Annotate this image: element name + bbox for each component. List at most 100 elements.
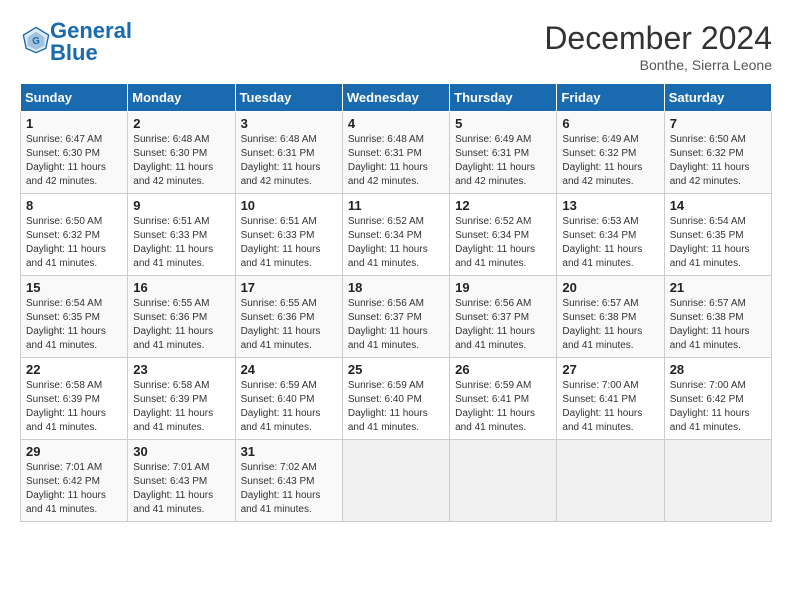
day-info: Sunrise: 7:00 AM Sunset: 6:42 PM Dayligh… bbox=[670, 379, 766, 435]
calendar-cell: 29 Sunrise: 7:01 AM Sunset: 6:42 PM Dayli… bbox=[21, 440, 128, 522]
day-number: 8 bbox=[26, 198, 122, 213]
day-info: Sunrise: 6:50 AM Sunset: 6:32 PM Dayligh… bbox=[670, 133, 766, 189]
day-number: 29 bbox=[26, 444, 122, 459]
calendar-cell: 7 Sunrise: 6:50 AM Sunset: 6:32 PM Daylig… bbox=[664, 112, 771, 194]
day-info: Sunrise: 6:56 AM Sunset: 6:37 PM Dayligh… bbox=[348, 297, 444, 353]
calendar-cell: 23Sunrise: 6:58 AM Sunset: 6:39 PM Dayli… bbox=[128, 358, 235, 440]
day-info: Sunrise: 6:51 AM Sunset: 6:33 PM Dayligh… bbox=[241, 215, 337, 271]
logo: G General Blue bbox=[20, 20, 132, 64]
header-day-saturday: Saturday bbox=[664, 84, 771, 112]
calendar-cell: 26Sunrise: 6:59 AM Sunset: 6:41 PM Dayli… bbox=[450, 358, 557, 440]
week-row-2: 8 Sunrise: 6:50 AM Sunset: 6:32 PM Daylig… bbox=[21, 194, 772, 276]
calendar-cell: 2Sunrise: 6:48 AM Sunset: 6:30 PM Daylig… bbox=[128, 112, 235, 194]
day-info: Sunrise: 6:53 AM Sunset: 6:34 PM Dayligh… bbox=[562, 215, 658, 271]
day-number: 22 bbox=[26, 362, 122, 377]
day-info: Sunrise: 6:50 AM Sunset: 6:32 PM Dayligh… bbox=[26, 215, 122, 271]
calendar-table: SundayMondayTuesdayWednesdayThursdayFrid… bbox=[20, 83, 772, 522]
svg-text:G: G bbox=[32, 36, 40, 47]
calendar-cell: 13 Sunrise: 6:53 AM Sunset: 6:34 PM Dayli… bbox=[557, 194, 664, 276]
header-day-tuesday: Tuesday bbox=[235, 84, 342, 112]
day-number: 20 bbox=[562, 280, 658, 295]
day-number: 28 bbox=[670, 362, 766, 377]
day-number: 10 bbox=[241, 198, 337, 213]
day-info: Sunrise: 6:49 AM Sunset: 6:32 PM Dayligh… bbox=[562, 133, 658, 189]
day-number: 4 bbox=[348, 116, 444, 131]
day-number: 23 bbox=[133, 362, 229, 377]
calendar-cell: 8 Sunrise: 6:50 AM Sunset: 6:32 PM Daylig… bbox=[21, 194, 128, 276]
day-info: Sunrise: 6:59 AM Sunset: 6:41 PM Dayligh… bbox=[455, 379, 551, 435]
day-number: 27 bbox=[562, 362, 658, 377]
calendar-cell: 27 Sunrise: 7:00 AM Sunset: 6:41 PM Dayli… bbox=[557, 358, 664, 440]
day-number: 5 bbox=[455, 116, 551, 131]
day-info: Sunrise: 6:57 AM Sunset: 6:38 PM Dayligh… bbox=[562, 297, 658, 353]
day-info: Sunrise: 6:57 AM Sunset: 6:38 PM Dayligh… bbox=[670, 297, 766, 353]
day-number: 2 bbox=[133, 116, 229, 131]
calendar-cell: 24 Sunrise: 6:59 AM Sunset: 6:40 PM Dayli… bbox=[235, 358, 342, 440]
day-info: Sunrise: 6:54 AM Sunset: 6:35 PM Dayligh… bbox=[670, 215, 766, 271]
day-number: 14 bbox=[670, 198, 766, 213]
day-info: Sunrise: 6:59 AM Sunset: 6:40 PM Dayligh… bbox=[241, 379, 337, 435]
page-header: G General Blue December 2024 Bonthe, Sie… bbox=[20, 20, 772, 73]
calendar-cell: 14 Sunrise: 6:54 AM Sunset: 6:35 PM Dayli… bbox=[664, 194, 771, 276]
day-number: 7 bbox=[670, 116, 766, 131]
calendar-cell: 20 Sunrise: 6:57 AM Sunset: 6:38 PM Dayli… bbox=[557, 276, 664, 358]
day-number: 6 bbox=[562, 116, 658, 131]
week-row-3: 15 Sunrise: 6:54 AM Sunset: 6:35 PM Dayli… bbox=[21, 276, 772, 358]
day-number: 1 bbox=[26, 116, 122, 131]
calendar-cell: 31Sunrise: 7:02 AM Sunset: 6:43 PM Dayli… bbox=[235, 440, 342, 522]
day-number: 21 bbox=[670, 280, 766, 295]
day-info: Sunrise: 7:01 AM Sunset: 6:43 PM Dayligh… bbox=[133, 461, 229, 517]
day-number: 3 bbox=[241, 116, 337, 131]
day-number: 15 bbox=[26, 280, 122, 295]
calendar-cell: 15 Sunrise: 6:54 AM Sunset: 6:35 PM Dayli… bbox=[21, 276, 128, 358]
header-day-thursday: Thursday bbox=[450, 84, 557, 112]
calendar-cell: 4 Sunrise: 6:48 AM Sunset: 6:31 PM Daylig… bbox=[342, 112, 449, 194]
day-number: 12 bbox=[455, 198, 551, 213]
day-number: 24 bbox=[241, 362, 337, 377]
day-info: Sunrise: 6:48 AM Sunset: 6:31 PM Dayligh… bbox=[348, 133, 444, 189]
calendar-cell: 17Sunrise: 6:55 AM Sunset: 6:36 PM Dayli… bbox=[235, 276, 342, 358]
header-day-wednesday: Wednesday bbox=[342, 84, 449, 112]
calendar-cell bbox=[664, 440, 771, 522]
day-info: Sunrise: 6:55 AM Sunset: 6:36 PM Dayligh… bbox=[133, 297, 229, 353]
calendar-cell: 28 Sunrise: 7:00 AM Sunset: 6:42 PM Dayli… bbox=[664, 358, 771, 440]
title-section: December 2024 Bonthe, Sierra Leone bbox=[544, 20, 772, 73]
calendar-cell: 16 Sunrise: 6:55 AM Sunset: 6:36 PM Dayli… bbox=[128, 276, 235, 358]
calendar-header: SundayMondayTuesdayWednesdayThursdayFrid… bbox=[21, 84, 772, 112]
calendar-cell: 11Sunrise: 6:52 AM Sunset: 6:34 PM Dayli… bbox=[342, 194, 449, 276]
calendar-cell: 18 Sunrise: 6:56 AM Sunset: 6:37 PM Dayli… bbox=[342, 276, 449, 358]
week-row-4: 22Sunrise: 6:58 AM Sunset: 6:39 PM Dayli… bbox=[21, 358, 772, 440]
calendar-cell bbox=[342, 440, 449, 522]
day-info: Sunrise: 7:02 AM Sunset: 6:43 PM Dayligh… bbox=[241, 461, 337, 517]
calendar-cell bbox=[557, 440, 664, 522]
calendar-cell bbox=[450, 440, 557, 522]
location-subtitle: Bonthe, Sierra Leone bbox=[544, 57, 772, 73]
calendar-cell: 3Sunrise: 6:48 AM Sunset: 6:31 PM Daylig… bbox=[235, 112, 342, 194]
day-number: 13 bbox=[562, 198, 658, 213]
day-info: Sunrise: 7:00 AM Sunset: 6:41 PM Dayligh… bbox=[562, 379, 658, 435]
week-row-1: 1 Sunrise: 6:47 AM Sunset: 6:30 PM Daylig… bbox=[21, 112, 772, 194]
day-info: Sunrise: 6:47 AM Sunset: 6:30 PM Dayligh… bbox=[26, 133, 122, 189]
calendar-cell: 10 Sunrise: 6:51 AM Sunset: 6:33 PM Dayli… bbox=[235, 194, 342, 276]
calendar-cell: 6 Sunrise: 6:49 AM Sunset: 6:32 PM Daylig… bbox=[557, 112, 664, 194]
day-number: 19 bbox=[455, 280, 551, 295]
calendar-cell: 9Sunrise: 6:51 AM Sunset: 6:33 PM Daylig… bbox=[128, 194, 235, 276]
week-row-5: 29 Sunrise: 7:01 AM Sunset: 6:42 PM Dayli… bbox=[21, 440, 772, 522]
calendar-cell: 22Sunrise: 6:58 AM Sunset: 6:39 PM Dayli… bbox=[21, 358, 128, 440]
day-number: 25 bbox=[348, 362, 444, 377]
header-row: SundayMondayTuesdayWednesdayThursdayFrid… bbox=[21, 84, 772, 112]
day-number: 18 bbox=[348, 280, 444, 295]
calendar-cell: 30Sunrise: 7:01 AM Sunset: 6:43 PM Dayli… bbox=[128, 440, 235, 522]
calendar-cell: 19 Sunrise: 6:56 AM Sunset: 6:37 PM Dayli… bbox=[450, 276, 557, 358]
day-info: Sunrise: 6:55 AM Sunset: 6:36 PM Dayligh… bbox=[241, 297, 337, 353]
calendar-cell: 5Sunrise: 6:49 AM Sunset: 6:31 PM Daylig… bbox=[450, 112, 557, 194]
day-info: Sunrise: 7:01 AM Sunset: 6:42 PM Dayligh… bbox=[26, 461, 122, 517]
header-day-monday: Monday bbox=[128, 84, 235, 112]
header-day-sunday: Sunday bbox=[21, 84, 128, 112]
calendar-cell: 21 Sunrise: 6:57 AM Sunset: 6:38 PM Dayli… bbox=[664, 276, 771, 358]
day-info: Sunrise: 6:54 AM Sunset: 6:35 PM Dayligh… bbox=[26, 297, 122, 353]
day-number: 16 bbox=[133, 280, 229, 295]
day-info: Sunrise: 6:52 AM Sunset: 6:34 PM Dayligh… bbox=[455, 215, 551, 271]
day-info: Sunrise: 6:56 AM Sunset: 6:37 PM Dayligh… bbox=[455, 297, 551, 353]
day-number: 9 bbox=[133, 198, 229, 213]
